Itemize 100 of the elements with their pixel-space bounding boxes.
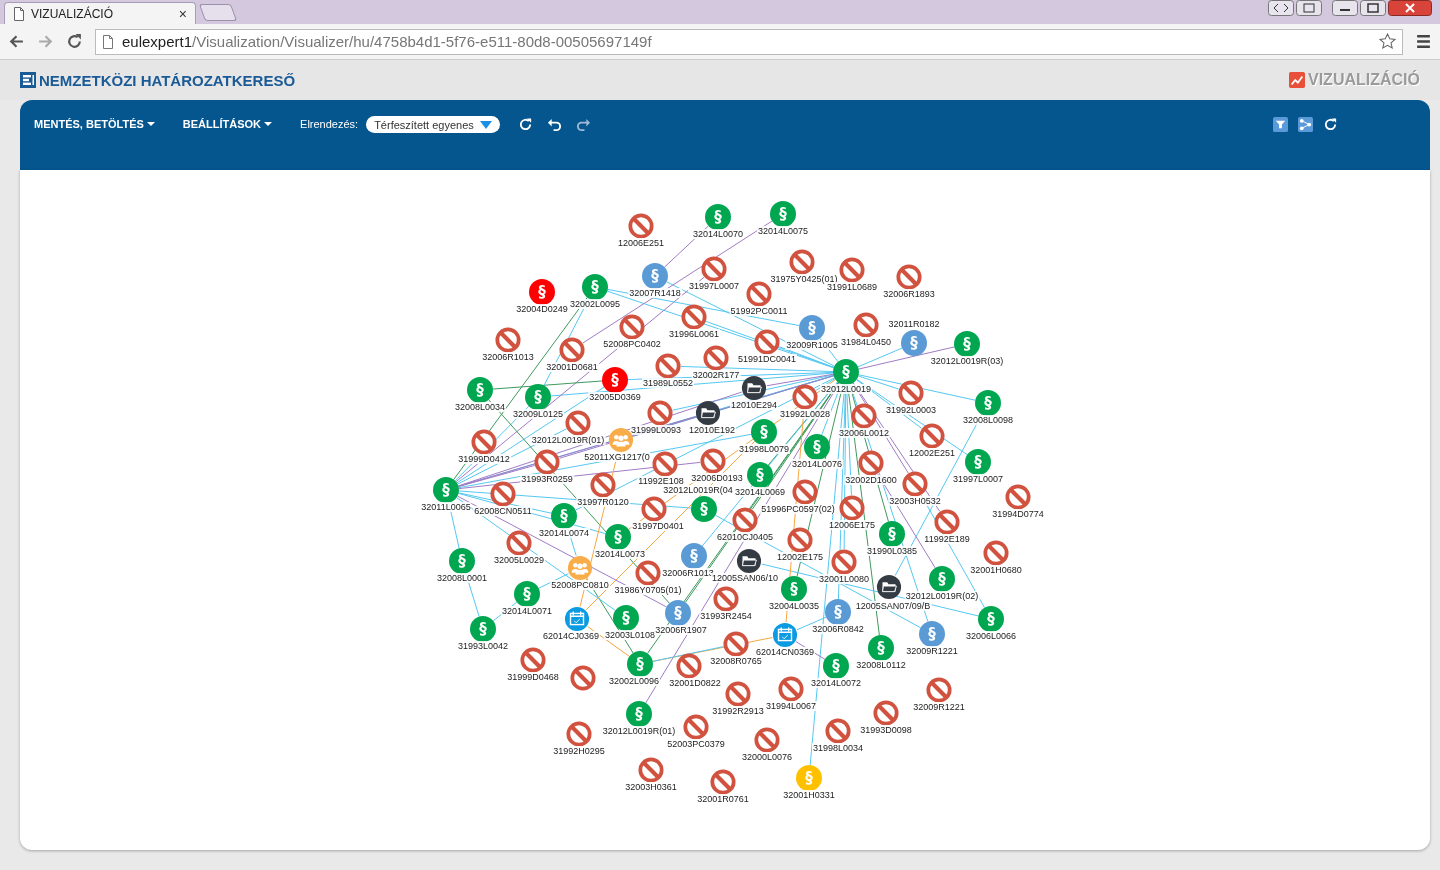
node-label: 32012L0019 [819, 384, 873, 394]
node-label: 31997R0120 [576, 497, 630, 507]
section-sign-node[interactable]: § [978, 606, 1004, 632]
section-sign-node[interactable]: § [833, 359, 859, 385]
section-sign-node[interactable]: § [799, 315, 825, 341]
node-label: 32012L0019R(04 [662, 485, 734, 495]
node-label: 31999D0468 [506, 672, 560, 682]
section-sign-node[interactable]: § [605, 524, 631, 550]
menu-button[interactable]: MENTÉS, BETÖLTÉS [34, 116, 155, 132]
section-sign-node[interactable]: § [929, 566, 955, 592]
folder-icon[interactable] [876, 574, 902, 600]
section-sign-node[interactable]: § [681, 543, 707, 569]
section-sign-node[interactable]: § [901, 330, 927, 356]
section-sign-node[interactable]: § [582, 274, 608, 300]
prohibited-icon[interactable] [570, 665, 596, 691]
section-sign-node[interactable]: § [613, 605, 639, 631]
close-icon[interactable] [1388, 0, 1432, 16]
section-sign-node[interactable]: § [470, 616, 496, 642]
section-sign-node[interactable]: § [642, 263, 668, 289]
node-label: 32014L0076 [790, 459, 844, 469]
node-label: 32008L0098 [961, 415, 1015, 425]
section-sign-node[interactable]: § [691, 496, 717, 522]
node-label: 62014CJ0369 [541, 631, 601, 641]
menu-icon[interactable] [1415, 33, 1432, 50]
node-label: 51992PC0011 [729, 306, 789, 316]
section-sign-node[interactable]: § [975, 390, 1001, 416]
section-sign-node[interactable]: § [626, 701, 652, 727]
node-label: 32008L0112 [855, 660, 907, 670]
calendar-icon[interactable] [564, 606, 590, 632]
filter-icon[interactable] [1273, 117, 1288, 132]
folder-icon[interactable] [736, 548, 762, 574]
section-sign-node[interactable]: § [705, 204, 731, 230]
section-sign-node[interactable]: § [919, 621, 945, 647]
section-sign-node[interactable]: § [627, 651, 653, 677]
node-label: 12010E192 [688, 425, 736, 435]
address-bar[interactable]: eulexpert1/Visualization/Visualizer/hu/4758b4d1-5f76-e511-80d8-00505697149f [95, 28, 1403, 55]
node-label: 32003L0108 [603, 630, 657, 640]
layout-dropdown[interactable]: Térfeszített egyenes [366, 116, 501, 133]
section-sign-node[interactable]: § [825, 599, 851, 625]
window-icon[interactable] [1296, 0, 1322, 16]
close-tab-button[interactable]: × [178, 6, 187, 21]
section-sign-node[interactable]: § [529, 279, 555, 305]
section-sign-node[interactable]: § [823, 653, 849, 679]
section-sign-node[interactable]: § [747, 462, 773, 488]
section-sign-node[interactable]: § [751, 419, 777, 445]
section-sign-node[interactable]: § [868, 635, 894, 661]
reload-icon[interactable] [66, 33, 83, 50]
new-tab-button[interactable] [198, 4, 238, 21]
page-icon [102, 34, 114, 49]
undo-icon[interactable] [547, 117, 563, 132]
folder-icon[interactable] [695, 400, 721, 426]
node-label: 32008L0034 [453, 402, 507, 412]
section-sign-node[interactable]: § [954, 331, 980, 357]
node-label: 32012L0019R(01) [601, 726, 677, 736]
section-sign-node[interactable]: § [551, 503, 577, 529]
calendar-icon[interactable] [772, 622, 798, 648]
node-label: 32014L0074 [537, 528, 591, 538]
minimize-icon[interactable] [1332, 0, 1358, 16]
section-sign-node[interactable]: § [449, 548, 475, 574]
folder-icon[interactable] [741, 375, 767, 401]
section-sign-node[interactable]: § [602, 367, 628, 393]
section-sign-node[interactable]: § [525, 384, 551, 410]
section-sign-node[interactable]: § [770, 201, 796, 227]
section-sign-node[interactable]: § [433, 477, 459, 503]
section-sign-node[interactable]: § [665, 600, 691, 626]
code-icon[interactable] [1268, 0, 1294, 16]
chart-icon [1289, 72, 1305, 88]
node-label: 51991DC0041 [736, 354, 798, 364]
section-sign-node[interactable]: § [804, 434, 830, 460]
section-sign-node[interactable]: § [781, 576, 807, 602]
section-sign-node[interactable]: § [879, 521, 905, 547]
node-label: 32006D0193 [690, 473, 744, 483]
node-label: 31993D0098 [859, 725, 913, 735]
browser-tab[interactable]: VIZUALIZÁCIÓ × [4, 2, 196, 24]
refresh-icon[interactable] [518, 117, 534, 132]
node-label: 32002L0096 [607, 676, 661, 686]
menu-button[interactable]: BEÁLLÍTÁSOK [182, 116, 273, 132]
redo-icon[interactable] [576, 117, 592, 132]
refresh-icon[interactable] [1323, 117, 1338, 132]
node-label: 31984L0450 [839, 337, 893, 347]
section-sign-node[interactable]: § [514, 581, 540, 607]
node-label: 31992R2913 [711, 706, 765, 716]
node-label: 31999D0412 [457, 454, 511, 464]
maximize-icon[interactable] [1360, 0, 1386, 16]
back-icon[interactable] [8, 33, 25, 50]
node-label: 32000L0076 [740, 752, 794, 762]
network-icon[interactable] [1298, 117, 1313, 132]
node-label: 32009R1005 [785, 340, 839, 350]
node-label: 32001H0331 [782, 790, 836, 800]
node-label: 31997D0401 [631, 521, 685, 531]
section-sign-node[interactable]: § [796, 765, 822, 791]
star-icon[interactable] [1379, 33, 1396, 50]
node-label: 31997L0007 [951, 474, 1005, 484]
node-label: 31993L0042 [456, 641, 510, 651]
node-label: 31991L0689 [825, 282, 879, 292]
section-sign-node[interactable]: § [965, 449, 991, 475]
section-sign-node[interactable]: § [467, 377, 493, 403]
node-label: 62008CN0511 [473, 506, 533, 516]
node-label: 32004L0035 [767, 601, 821, 611]
prohibited-icon[interactable] [565, 410, 591, 436]
